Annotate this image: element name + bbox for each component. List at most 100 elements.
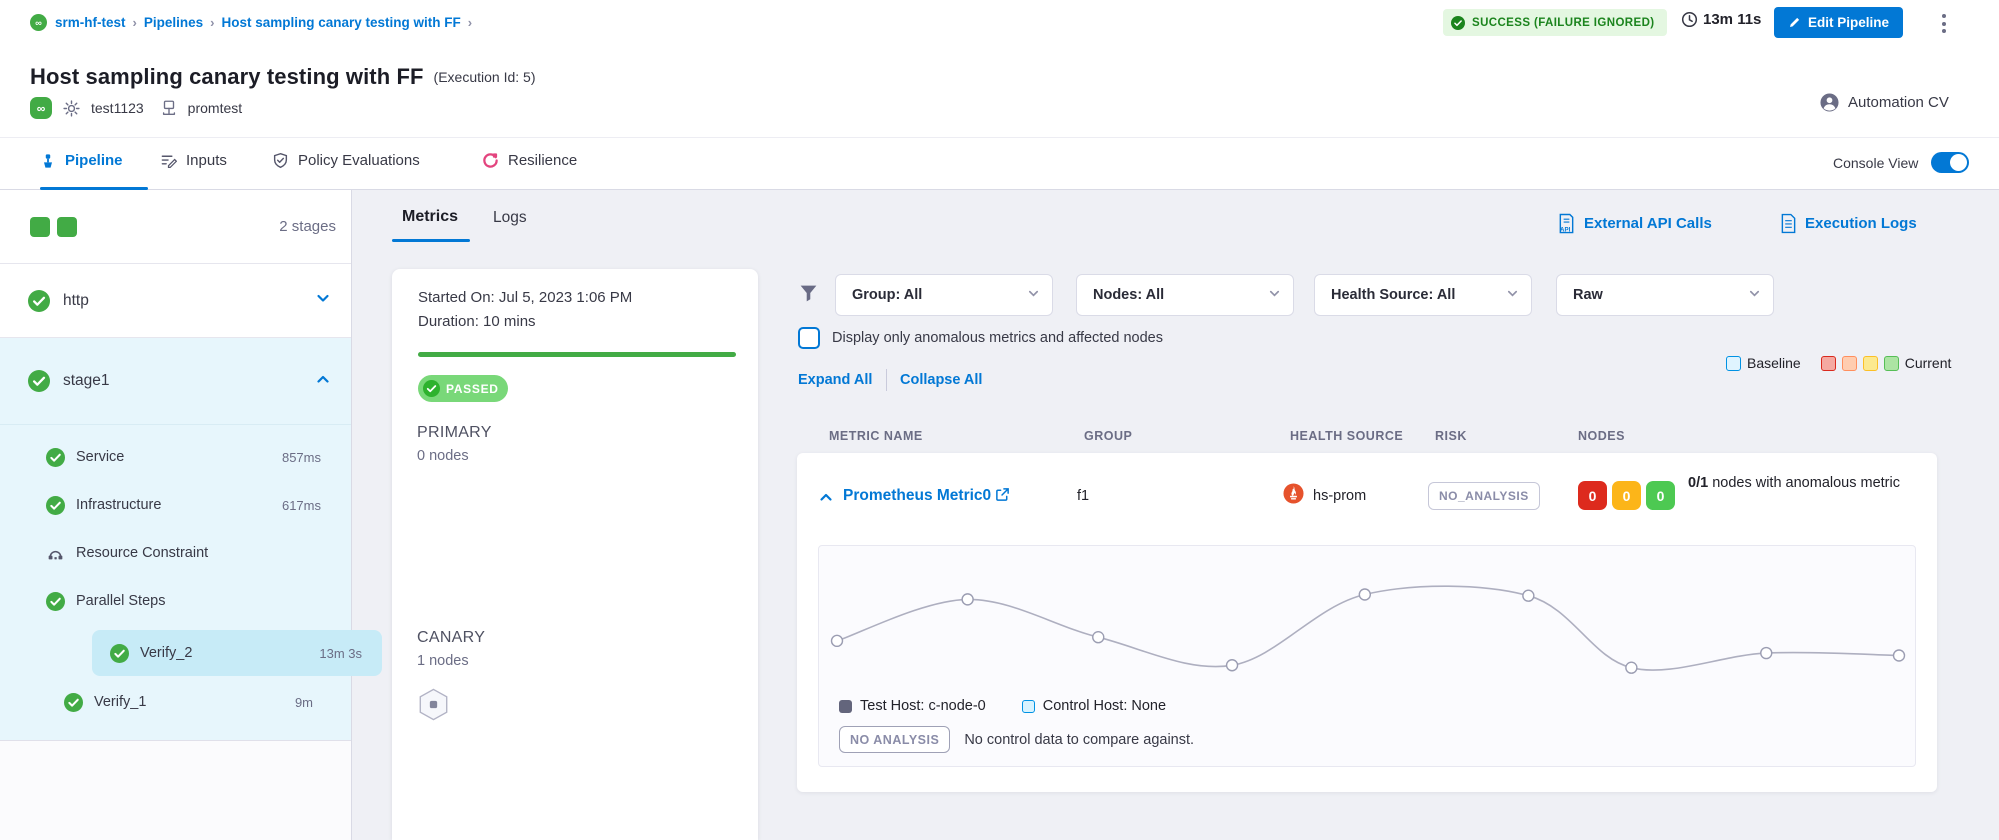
chevron-down-icon[interactable]	[315, 290, 331, 311]
breadcrumb-separator: ›	[468, 15, 472, 30]
chevron-down-icon	[1748, 287, 1761, 304]
control-host-swatch	[1022, 700, 1035, 713]
svg-text:∞: ∞	[37, 102, 46, 116]
metric-line-chart	[829, 554, 1907, 694]
baseline-legend-swatch	[1726, 356, 1741, 371]
current-orange-swatch	[1842, 356, 1857, 371]
metric-name-link[interactable]: Prometheus Metric0	[843, 487, 991, 505]
chevron-down-icon	[1506, 287, 1519, 304]
no-analysis-badge: NO ANALYSIS	[839, 726, 950, 753]
breadcrumb-project[interactable]: srm-hf-test	[55, 15, 126, 30]
nodes-summary: 0/1 nodes with anomalous metric	[1688, 473, 1903, 494]
sidebar-stage-stage1[interactable]: stage1	[0, 338, 351, 424]
pencil-icon	[1788, 16, 1801, 29]
canary-group-label: CANARY	[417, 629, 485, 647]
collapse-row-chevron-up-icon[interactable]	[818, 489, 834, 510]
console-view-toggle[interactable]	[1931, 152, 1969, 173]
anomalous-only-label: Display only anomalous metrics and affec…	[832, 330, 1163, 346]
clock-icon	[1681, 11, 1698, 28]
health-source-filter-dropdown[interactable]: Health Source: All	[1314, 274, 1532, 316]
step-duration: 857ms	[282, 450, 321, 465]
healthy-node-count-green[interactable]: 0	[1646, 481, 1675, 510]
step-infrastructure[interactable]: Infrastructure 617ms	[0, 481, 351, 529]
filter-icon[interactable]	[798, 283, 819, 309]
progress-bar	[418, 352, 736, 357]
srm-module-icon: ∞	[30, 14, 47, 31]
host-legend: Test Host: c-node-0 Control Host: None	[839, 698, 1166, 714]
step-verify-1[interactable]: Verify_1 9m	[0, 678, 351, 726]
success-check-icon	[423, 380, 440, 397]
current-legend-label: Current	[1905, 355, 1952, 371]
collapse-all-link[interactable]: Collapse All	[900, 372, 982, 388]
data-type-dropdown[interactable]: Raw	[1556, 274, 1774, 316]
sidebar-stage-http[interactable]: http	[0, 264, 351, 338]
status-badge: SUCCESS (FAILURE IGNORED)	[1443, 9, 1667, 36]
breadcrumb-pipeline-name[interactable]: Host sampling canary testing with FF	[221, 15, 460, 30]
main-tabbar: Pipeline Inputs Policy Evaluations Resil…	[0, 137, 1999, 190]
test-host-label: Test Host: c-node-0	[860, 698, 986, 714]
risk-badge: NO_ANALYSIS	[1428, 482, 1540, 510]
breadcrumb: ∞ srm-hf-test › Pipelines › Host samplin…	[30, 12, 479, 32]
canary-node-hexagon[interactable]	[418, 688, 449, 726]
step-resource-constraint[interactable]: Resource Constraint	[0, 529, 351, 577]
anomalous-node-count-red[interactable]: 0	[1578, 481, 1607, 510]
edit-pipeline-button[interactable]: Edit Pipeline	[1774, 7, 1903, 38]
anomalous-only-checkbox[interactable]	[798, 327, 820, 349]
page-header: ∞ srm-hf-test › Pipelines › Host samplin…	[0, 0, 1999, 137]
step-parallel-steps[interactable]: Parallel Steps	[0, 577, 351, 625]
chevron-down-icon	[1268, 287, 1281, 304]
step-duration: 617ms	[282, 498, 321, 513]
expand-all-link[interactable]: Expand All	[798, 372, 872, 388]
execution-logs-link[interactable]: Execution Logs	[1780, 213, 1917, 234]
group-filter-dropdown[interactable]: Group: All	[835, 274, 1053, 316]
stage-count: 2 stages	[279, 218, 336, 235]
console-view-label: Console View	[1833, 155, 1918, 171]
tab-inputs[interactable]: Inputs	[160, 152, 227, 169]
title-row: Host sampling canary testing with FF (Ex…	[30, 64, 535, 90]
passed-status-badge: PASSED	[418, 375, 508, 402]
tab-pipeline[interactable]: Pipeline	[40, 152, 123, 169]
stage-status-square	[30, 217, 50, 237]
tab-logs[interactable]: Logs	[493, 209, 527, 227]
tab-policy-evaluations[interactable]: Policy Evaluations	[272, 152, 420, 169]
step-service[interactable]: Service 857ms	[0, 433, 351, 481]
external-api-calls-link[interactable]: API External API Calls	[1557, 213, 1712, 234]
more-options-menu[interactable]	[1938, 10, 1950, 37]
execution-stages-sidebar: 2 stages http stage1 Service 857ms	[0, 190, 352, 840]
control-host-label: Control Host: None	[1043, 698, 1166, 714]
stage1-steps: Service 857ms Infrastructure 617ms Resou…	[0, 424, 351, 740]
canary-node-count: 1 nodes	[417, 653, 469, 669]
success-check-icon	[46, 496, 65, 515]
nodes-filter-dropdown[interactable]: Nodes: All	[1076, 274, 1294, 316]
chevron-down-icon	[1027, 287, 1040, 304]
infrastructure-icon	[160, 99, 178, 117]
success-check-icon	[46, 592, 65, 611]
env-name: promtest	[188, 100, 242, 116]
success-check-icon	[1451, 16, 1465, 30]
resource-constraint-icon	[46, 544, 65, 563]
shield-check-icon	[272, 152, 289, 169]
avatar-icon	[1820, 93, 1839, 112]
col-header-risk: RISK	[1435, 429, 1467, 443]
step-verify-2-selected[interactable]: Verify_2 13m 3s	[92, 630, 382, 676]
success-check-icon	[28, 290, 50, 312]
metric-group-cell: f1	[1077, 488, 1089, 504]
baseline-legend-label: Baseline	[1747, 355, 1801, 371]
execution-id: (Execution Id: 5)	[434, 69, 536, 85]
health-source-cell: hs-prom	[1313, 488, 1366, 504]
external-link-icon[interactable]	[995, 487, 1010, 507]
tab-metrics[interactable]: Metrics	[402, 208, 458, 226]
warning-node-count-yellow[interactable]: 0	[1612, 481, 1641, 510]
success-check-icon	[46, 448, 65, 467]
chart-legend: Baseline Current	[1726, 355, 1951, 371]
chevron-up-icon[interactable]	[315, 371, 331, 392]
started-on: Started On: Jul 5, 2023 1:06 PM	[418, 289, 632, 306]
breadcrumb-pipelines[interactable]: Pipelines	[144, 15, 203, 30]
primary-group-label: PRIMARY	[417, 424, 492, 442]
no-analysis-row: NO ANALYSIS No control data to compare a…	[839, 726, 1194, 753]
tab-resilience[interactable]: Resilience	[482, 152, 577, 169]
current-yellow-swatch	[1863, 356, 1878, 371]
breadcrumb-separator: ›	[133, 15, 137, 30]
no-analysis-message: No control data to compare against.	[964, 732, 1194, 748]
stage1-section: stage1 Service 857ms Infrastructure 617m…	[0, 338, 351, 741]
